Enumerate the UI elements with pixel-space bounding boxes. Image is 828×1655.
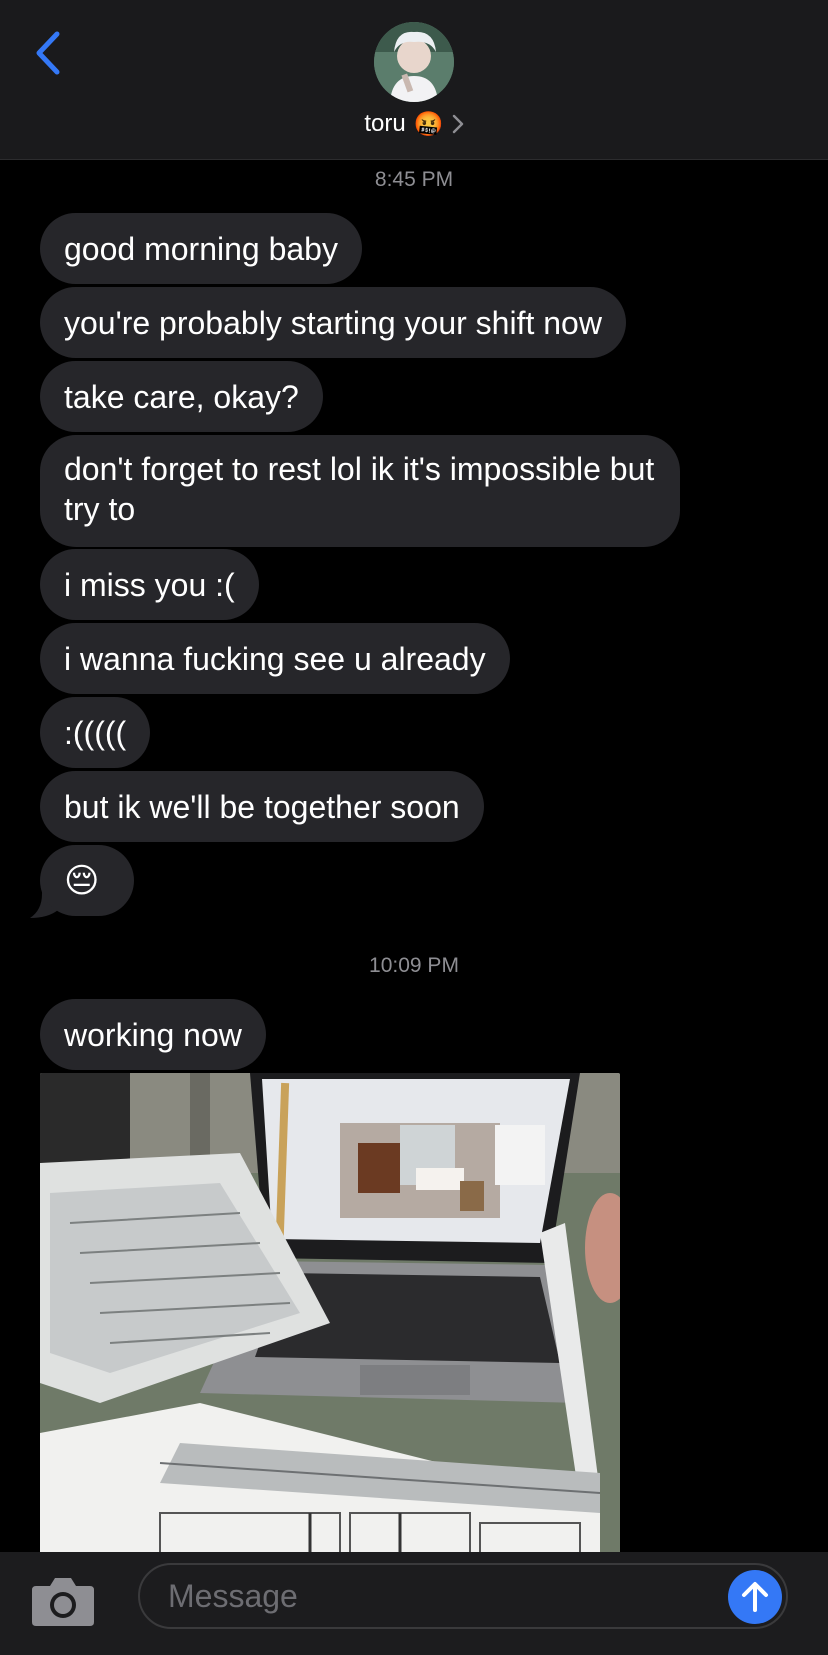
composer-bar: [0, 1552, 828, 1655]
message-text: i miss you :(: [64, 566, 235, 603]
message-bubble[interactable]: don't forget to rest lol ik it's impossi…: [40, 435, 680, 547]
avatar[interactable]: [374, 22, 454, 102]
conversation-header: toru 🤬: [0, 0, 828, 160]
message-text: don't forget to rest lol ik it's impossi…: [64, 451, 655, 527]
message-text: you're probably starting your shift now: [64, 304, 602, 341]
message-bubble[interactable]: take care, okay?: [40, 361, 323, 432]
timestamp: 10:09 PM: [369, 954, 459, 977]
chevron-right-icon: [452, 114, 463, 134]
message-bubble[interactable]: 😔: [40, 845, 134, 916]
message-text: :(((((: [64, 714, 127, 751]
message-text: i wanna fucking see u already: [64, 640, 486, 677]
photo-attachment[interactable]: [40, 1073, 620, 1555]
message-bubble[interactable]: :(((((: [40, 697, 151, 768]
contact-name: toru: [364, 110, 406, 137]
message-bubble[interactable]: you're probably starting your shift now: [40, 287, 626, 358]
message-bubble[interactable]: but ik we'll be together soon: [40, 771, 484, 842]
arrow-up-icon: [742, 1582, 768, 1612]
timestamp: 8:45 PM: [374, 168, 454, 191]
chevron-left-icon: [36, 31, 60, 75]
message-text: working now: [64, 1016, 242, 1053]
message-bubble[interactable]: i wanna fucking see u already: [40, 623, 510, 694]
message-text: but ik we'll be together soon: [64, 788, 460, 825]
message-bubble[interactable]: good morning baby: [40, 213, 362, 284]
camera-icon: [32, 1578, 94, 1626]
message-bubble[interactable]: working now: [40, 999, 266, 1070]
message-bubble[interactable]: i miss you :(: [40, 549, 259, 620]
camera-button[interactable]: [30, 1574, 96, 1628]
message-text: take care, okay?: [64, 378, 299, 415]
message-text: 😔: [64, 861, 100, 900]
contact-name-row[interactable]: toru 🤬: [0, 106, 828, 142]
message-text: good morning baby: [64, 230, 338, 267]
contact-emoji: 🤬: [413, 110, 444, 138]
back-button[interactable]: [28, 28, 68, 78]
message-input[interactable]: [138, 1563, 788, 1629]
send-button[interactable]: [728, 1570, 782, 1624]
